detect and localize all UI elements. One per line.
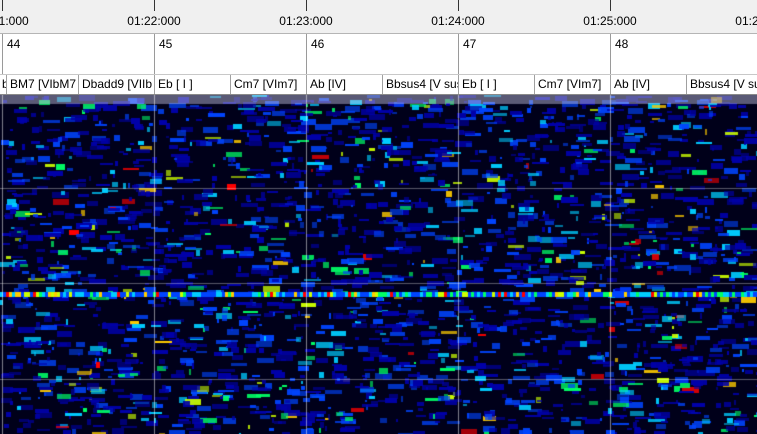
bar-marker[interactable]: 47	[458, 34, 611, 74]
bar-number: 48	[615, 37, 629, 51]
chord-label[interactable]: Eb [ I ]	[154, 75, 230, 94]
bar-number: 46	[311, 37, 325, 51]
chord-label[interactable]: Bbsus4 [V sus	[686, 75, 757, 94]
bar-number: 44	[7, 37, 21, 51]
bar-marker[interactable]: 44	[2, 34, 155, 74]
chord-label[interactable]: Eb [ I ]	[458, 75, 534, 94]
time-tick-label: 01:24:000	[431, 14, 485, 28]
spectrogram-view[interactable]	[0, 95, 757, 434]
chord-label[interactable]: Ab [IV]	[610, 75, 686, 94]
chord-label[interactable]: Cm7 [VIm7]	[230, 75, 306, 94]
bar-number: 45	[159, 37, 173, 51]
time-ruler[interactable]: 01:21:000 01:22:000 01:23:000 01:24:000 01:2…	[0, 0, 757, 34]
chord-label[interactable]: Bbsus4 [V sus	[382, 75, 458, 94]
bar-number: 47	[463, 37, 477, 51]
time-tick-label: 01:25:000	[583, 14, 637, 28]
time-tick-label: 01:21:000	[0, 14, 29, 28]
bar-marker[interactable]: 46	[306, 34, 459, 74]
spectrogram-editor: 01:21:000 01:22:000 01:23:000 01:24:000 01:2…	[0, 0, 757, 434]
time-tick-label: 01:26:000	[735, 14, 757, 28]
time-tick-label: 01:22:000	[127, 14, 181, 28]
chord-label[interactable]: BM7 [VIbM7	[6, 75, 78, 94]
time-tick-label: 01:23:000	[279, 14, 333, 28]
chord-track[interactable]: bBM7 [VIbM7Dbadd9 [VIIbEb [ I ]Cm7 [VIm7…	[0, 75, 757, 95]
chord-label[interactable]: Cm7 [VIm7]	[534, 75, 610, 94]
chord-label[interactable]: Dbadd9 [VIIb	[78, 75, 154, 94]
bar-ruler[interactable]: 44 45 46 47 48	[0, 34, 757, 75]
bar-marker[interactable]: 48	[610, 34, 757, 74]
bar-marker[interactable]: 45	[154, 34, 307, 74]
chord-label[interactable]: Ab [IV]	[306, 75, 382, 94]
